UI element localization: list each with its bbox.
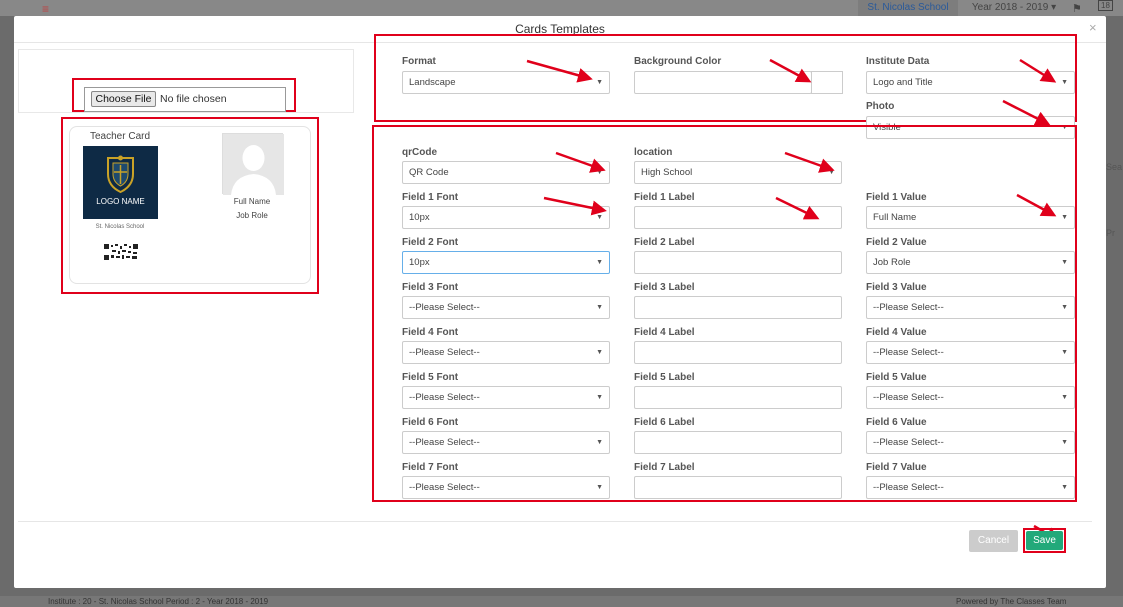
cancel-button[interactable]: Cancel [969,530,1018,552]
arrow-icon [1002,99,1051,126]
arrow-icon [769,58,812,83]
modal-footer-divider [18,521,1092,522]
arrow-icon [543,196,607,216]
annotation-arrows [526,58,1061,542]
save-button[interactable]: Save [1026,531,1063,550]
arrow-icon [1016,193,1057,217]
arrow-icon [555,151,606,173]
arrow-icon [775,196,820,220]
arrow-icon [784,151,835,173]
arrow-icon [1019,58,1057,83]
arrow-icon [526,59,593,83]
